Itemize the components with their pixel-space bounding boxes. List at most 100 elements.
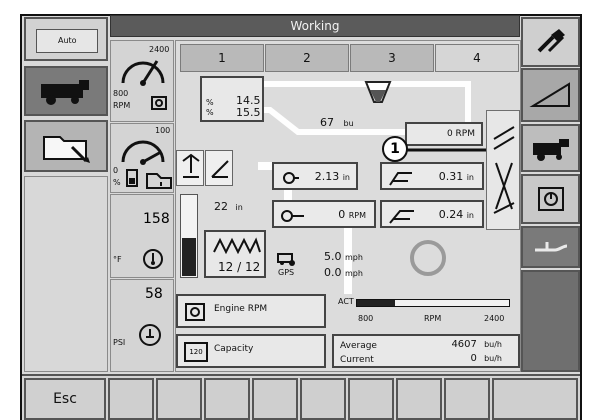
- height-unit: in: [235, 203, 243, 212]
- softkey-6[interactable]: [348, 378, 394, 420]
- softkey-1[interactable]: [108, 378, 154, 420]
- fuel-gauge-unit: %: [113, 178, 121, 187]
- combine-icon-button[interactable]: [24, 66, 108, 116]
- bushels-readout: 67 bu: [320, 116, 354, 129]
- sensor-icon-4: [389, 210, 414, 224]
- readout-2-unit: in: [466, 173, 474, 182]
- fuel-tank-icon: [126, 169, 138, 187]
- pressure-unit: PSI: [113, 338, 126, 347]
- average-value: 4607 bu/h: [451, 339, 502, 350]
- softkey-3[interactable]: [204, 378, 250, 420]
- average-number: 4607: [451, 339, 477, 350]
- temp-value: 158: [143, 211, 170, 227]
- softkey-4[interactable]: [252, 378, 298, 420]
- combine-settings-button[interactable]: [521, 124, 580, 172]
- rpm-scale-fill: [357, 300, 395, 306]
- readout-3: 0 RPM: [338, 208, 366, 221]
- rpm-gauge-top-label: 2400: [149, 45, 170, 54]
- row-counter: 12 / 12: [204, 230, 266, 278]
- top-rpm-unit: RPM: [455, 129, 475, 139]
- speed-1: 5.0 mph: [324, 250, 363, 263]
- readout-box-3[interactable]: 0 RPM: [272, 200, 376, 228]
- readout-1: 2.13 in: [315, 170, 350, 183]
- tools-icon: [537, 29, 565, 53]
- capacity-box[interactable]: 120 Capacity: [176, 334, 326, 368]
- engine-rpm-icon: [185, 303, 205, 321]
- ramp-icon: [528, 82, 570, 107]
- left-column: [24, 176, 108, 372]
- hand-button[interactable]: [521, 226, 580, 268]
- average-unit: bu/h: [484, 340, 502, 349]
- capacity-icon-text: 120: [189, 348, 203, 356]
- readout-1-unit: in: [342, 173, 350, 182]
- ramp-button[interactable]: [521, 68, 580, 122]
- pressure-panel: 58 PSI: [110, 279, 174, 372]
- rpm-gauge-unit: RPM: [113, 101, 131, 110]
- softkey-9[interactable]: [492, 378, 578, 420]
- speed-1-value: 5.0: [324, 250, 342, 263]
- hand-icon: [534, 242, 567, 252]
- auto-badge: Auto: [58, 36, 77, 45]
- row-counter-value: 12 / 12: [218, 260, 261, 274]
- right-mini-panel: [486, 110, 520, 230]
- softkey-7[interactable]: [396, 378, 442, 420]
- temp-panel: 158 °F: [110, 194, 174, 278]
- auto-mode-button[interactable]: Auto: [24, 17, 108, 61]
- height-value: 22: [214, 200, 228, 213]
- callout-circle: 1: [382, 136, 408, 162]
- readout-4-unit: in: [466, 211, 474, 220]
- softkey-2[interactable]: [156, 378, 202, 420]
- readout-box-1[interactable]: 2.13 in: [272, 162, 358, 190]
- tab-1[interactable]: 1: [180, 44, 264, 72]
- right-blank-area: [521, 270, 580, 372]
- readout-3-value: 0: [338, 208, 346, 221]
- tab-3-label: 3: [388, 51, 396, 65]
- engine-rpm-box[interactable]: Engine RPM: [176, 294, 326, 328]
- current-unit: bu/h: [484, 354, 502, 363]
- bushels-unit: bu: [343, 119, 354, 128]
- reel-control[interactable]: [205, 150, 233, 186]
- sensor-icon-3: [281, 210, 304, 222]
- tools-button[interactable]: [521, 17, 580, 67]
- readout-4: 0.24 in: [439, 208, 474, 221]
- def-icon: [146, 173, 172, 189]
- readout-box-4[interactable]: 0.24 in: [380, 200, 484, 228]
- moisture-pct-top-unit: %: [206, 98, 214, 107]
- readout-3-unit: RPM: [348, 211, 366, 220]
- page-title: Working: [290, 19, 340, 33]
- current-label: Current: [340, 355, 374, 365]
- moisture-bottom-value: 15.5: [236, 106, 261, 119]
- reel-icon: [211, 160, 229, 178]
- readout-2-value: 0.31: [438, 170, 464, 183]
- engine-icon: [151, 96, 167, 110]
- rpm-gauge-panel: 2400 800 RPM: [110, 40, 174, 122]
- combine-settings-icon: [532, 139, 569, 161]
- tab-4[interactable]: 4: [435, 44, 519, 72]
- callout-number: 1: [390, 141, 400, 157]
- engine-settings-button[interactable]: [521, 174, 580, 224]
- combine-icon: [41, 80, 89, 105]
- right-mini-icons: [493, 126, 515, 214]
- folder-edit-button[interactable]: [24, 120, 108, 172]
- thermometer-icon: [143, 249, 163, 269]
- yield-box: Average Current 4607 bu/h 0 bu/h: [332, 334, 520, 368]
- readout-box-2[interactable]: 0.31 in: [380, 162, 484, 190]
- scale-unit: RPM: [424, 314, 442, 323]
- readout-1-value: 2.13: [314, 170, 340, 183]
- fuel-gauge-top-label: 100: [155, 126, 171, 135]
- readout-2: 0.31 in: [439, 170, 474, 183]
- scale-max: 2400: [484, 314, 505, 323]
- row-icon: [213, 237, 261, 254]
- esc-button[interactable]: Esc: [24, 378, 106, 420]
- esc-label: Esc: [53, 391, 77, 407]
- grain-tank-icon: [360, 76, 396, 116]
- height-readout: 22 in: [214, 200, 243, 213]
- tab-3[interactable]: 3: [350, 44, 434, 72]
- readout-4-value: 0.24: [438, 208, 464, 221]
- fuel-gauge-bottom-label: 0: [113, 166, 119, 175]
- header-lift-control[interactable]: [176, 150, 204, 186]
- tab-2[interactable]: 2: [265, 44, 349, 72]
- softkey-5[interactable]: [300, 378, 346, 420]
- softkey-8[interactable]: [444, 378, 490, 420]
- tab-2-label: 2: [303, 51, 311, 65]
